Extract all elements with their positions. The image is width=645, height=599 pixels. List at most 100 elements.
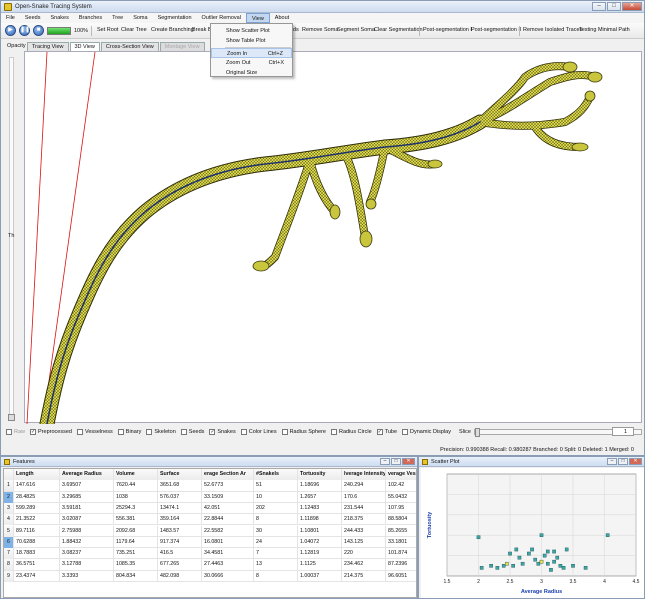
table-row[interactable]: 4 21.3522 3.02087 556.381 359.164 22.8844 8 1.1… xyxy=(4,514,416,526)
scatter-maximize-button[interactable]: □ xyxy=(618,458,628,465)
zoom-out-item[interactable]: Zoom Out Ctrl+X xyxy=(211,58,292,68)
features-maximize-button[interactable]: □ xyxy=(391,458,401,465)
slice-spinbox[interactable]: 1 xyxy=(612,427,634,436)
menu-outlier-removal[interactable]: Outlier Removal xyxy=(197,13,246,23)
testing-minimal-path-button[interactable]: Testing Minimal Path xyxy=(579,27,630,33)
menu-view[interactable]: View xyxy=(245,13,270,23)
radius-sphere-checkbox[interactable] xyxy=(281,429,288,435)
preprocessed-option[interactable]: ✓ Preprocessed xyxy=(30,429,72,435)
row-header[interactable]: 3 xyxy=(4,502,14,514)
table-cell[interactable]: 3.02087 xyxy=(60,514,114,526)
table-cell[interactable]: 22.5582 xyxy=(202,525,254,537)
column-header[interactable]: #Snakels xyxy=(254,469,298,480)
set-root-button[interactable]: Set Root xyxy=(97,27,118,33)
play-icon[interactable]: ▶ xyxy=(5,25,16,36)
row-header[interactable]: 8 xyxy=(4,559,14,571)
table-cell[interactable]: 34.4581 xyxy=(202,548,254,560)
snakes-checkbox[interactable]: ✓ xyxy=(209,429,216,435)
table-cell[interactable]: 88.5804 xyxy=(386,514,416,525)
table-cell[interactable]: 102.42 xyxy=(386,480,416,491)
clear-segmentation-button[interactable]: Clear Segmentation xyxy=(374,27,423,33)
column-header[interactable]: verage Vesselne: xyxy=(386,469,416,480)
menu-file[interactable]: File xyxy=(1,13,20,23)
table-cell[interactable]: 482.098 xyxy=(158,570,202,582)
table-cell[interactable]: 1.10801 xyxy=(298,525,342,537)
column-header[interactable]: erage Section Ar xyxy=(202,469,254,480)
table-cell[interactable]: 101.874 xyxy=(386,548,416,559)
table-cell[interactable]: 27.4463 xyxy=(202,559,254,571)
table-cell[interactable]: 89.7116 xyxy=(14,525,60,537)
table-row[interactable]: 3 599.289 3.59181 25294.3 13474.1 42.051 202 1.… xyxy=(4,502,416,515)
table-cell[interactable]: 52.6773 xyxy=(202,480,254,492)
table-row[interactable]: 9 23.4374 3.3393 804.834 482.098 30.0666 8 1.00… xyxy=(4,570,416,582)
table-cell[interactable]: 3.08237 xyxy=(60,548,114,560)
table-cell[interactable]: 70.6288 xyxy=(14,536,60,548)
table-cell[interactable]: 556.381 xyxy=(114,514,158,526)
seeds-checkbox[interactable] xyxy=(180,429,187,435)
radius-circle-option[interactable]: Radius Circle xyxy=(330,429,372,435)
table-cell[interactable]: 231.544 xyxy=(342,502,386,514)
table-cell[interactable]: 3.69507 xyxy=(60,480,114,492)
table-cell[interactable]: 1.2657 xyxy=(298,491,342,503)
column-header[interactable]: Average Radius xyxy=(60,469,114,480)
table-cell[interactable]: 33.1509 xyxy=(202,491,254,503)
table-cell[interactable]: 147.616 xyxy=(14,480,60,492)
menu-about[interactable]: About xyxy=(270,13,294,23)
table-cell[interactable]: 33.1801 xyxy=(386,537,416,548)
table-cell[interactable]: 2092.68 xyxy=(114,525,158,537)
table-cell[interactable]: 8 xyxy=(254,514,298,526)
row-header[interactable]: 4 xyxy=(4,514,14,526)
show-scatter-plot-item[interactable]: Show Scatter Plot xyxy=(211,26,292,36)
table-cell[interactable]: 13474.1 xyxy=(158,502,202,514)
column-header[interactable]: lverage Intensity xyxy=(342,469,386,480)
maximize-button[interactable]: □ xyxy=(607,2,621,11)
table-row[interactable]: 6 70.6288 1.88432 1179.64 917.374 16.0801 24 1.… xyxy=(4,536,416,549)
table-cell[interactable]: 143.125 xyxy=(342,536,386,548)
table-row[interactable]: 5 89.7116 2.75988 2092.68 1483.57 22.5582 30 1.… xyxy=(4,525,416,537)
stop-icon[interactable]: ■ xyxy=(33,25,44,36)
table-cell[interactable]: 416.5 xyxy=(158,548,202,560)
dynamic-display-option[interactable]: Dynamic Display xyxy=(402,429,451,435)
table-cell[interactable]: 1.1125 xyxy=(298,559,342,571)
column-header[interactable]: Volume xyxy=(114,469,158,480)
remove-isolated-traces-button[interactable]: Remove Isolated Traces xyxy=(523,27,582,33)
dynamic-display-checkbox[interactable] xyxy=(402,429,409,435)
show-table-plot-item[interactable]: Show Table Plot xyxy=(211,36,292,46)
table-cell[interactable]: 18.7883 xyxy=(14,548,60,560)
vesselness-checkbox[interactable] xyxy=(76,429,83,435)
table-cell[interactable]: 1.00037 xyxy=(298,570,342,582)
table-cell[interactable]: 96.6051 xyxy=(386,571,416,582)
table-cell[interactable]: 917.374 xyxy=(158,536,202,548)
column-header[interactable]: Surface xyxy=(158,469,202,480)
minimize-button[interactable]: – xyxy=(592,2,606,11)
table-cell[interactable]: 1179.64 xyxy=(114,536,158,548)
table-cell[interactable]: 214.375 xyxy=(342,570,386,582)
column-header[interactable]: Tortuosity xyxy=(298,469,342,480)
radius-circle-checkbox[interactable] xyxy=(330,429,337,435)
segment-soma-button[interactable]: Segment Soma xyxy=(337,27,375,33)
tube-checkbox[interactable]: ✓ xyxy=(376,429,383,435)
menu-tree[interactable]: Tree xyxy=(107,13,128,23)
table-cell[interactable]: 3.3393 xyxy=(60,570,114,582)
scatter-close-button[interactable]: ✕ xyxy=(629,458,642,465)
table-cell[interactable]: 218.375 xyxy=(342,514,386,526)
table-cell[interactable]: 2.75988 xyxy=(60,525,114,537)
toolbar-button-partial[interactable]: ds xyxy=(293,27,299,33)
table-cell[interactable]: 804.834 xyxy=(114,570,158,582)
row-header[interactable]: 7 xyxy=(4,548,14,560)
pause-icon[interactable]: ❚❚ xyxy=(19,25,30,36)
table-cell[interactable]: 7 xyxy=(254,548,298,560)
close-button[interactable]: ✕ xyxy=(622,2,642,11)
radius-sphere-option[interactable]: Radius Sphere xyxy=(281,429,326,435)
menu-branches[interactable]: Branches xyxy=(74,13,107,23)
table-cell[interactable]: 85.2655 xyxy=(386,526,416,537)
column-header[interactable] xyxy=(4,469,14,480)
table-cell[interactable]: 55.0432 xyxy=(386,492,416,503)
table-cell[interactable]: 202 xyxy=(254,502,298,514)
slice-slider-handle[interactable] xyxy=(474,428,480,437)
table-cell[interactable]: 36.5751 xyxy=(14,559,60,571)
color-lines-checkbox[interactable] xyxy=(240,429,247,435)
row-header[interactable]: 2 xyxy=(4,491,14,503)
table-cell[interactable]: 599.289 xyxy=(14,502,60,514)
create-branching-button[interactable]: Create Branching xyxy=(151,27,194,33)
